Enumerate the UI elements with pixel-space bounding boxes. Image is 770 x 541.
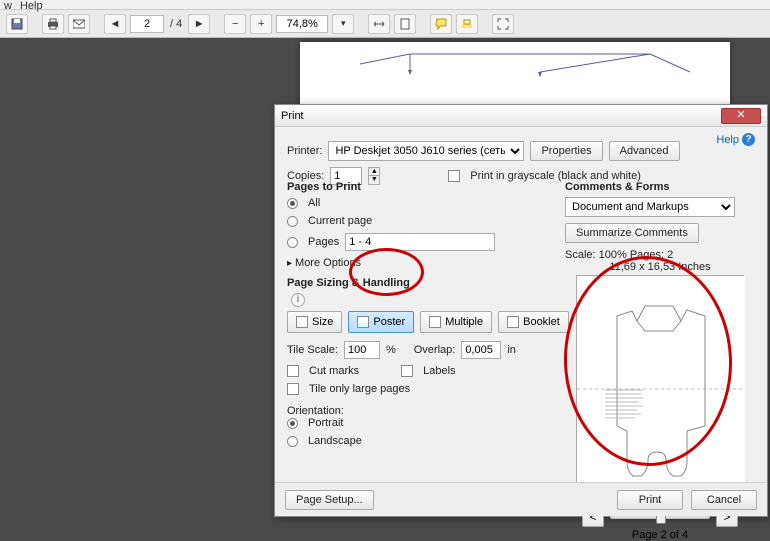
- page-prev-icon[interactable]: ◄: [104, 14, 126, 34]
- tile-scale-pct: %: [386, 344, 396, 356]
- save-icon[interactable]: [6, 14, 28, 34]
- overlap-unit: in: [507, 344, 516, 356]
- info-icon[interactable]: i: [291, 293, 305, 307]
- comments-select[interactable]: Document and Markups: [565, 197, 735, 217]
- fullscreen-icon[interactable]: [492, 14, 514, 34]
- copies-up-icon[interactable]: ▲: [368, 167, 380, 176]
- radio-pages-label: Pages: [308, 236, 339, 248]
- size-button[interactable]: Size: [287, 311, 342, 333]
- preview-dims: 11,69 x 16,53 Inches: [565, 261, 755, 273]
- menu-view[interactable]: w: [4, 0, 12, 9]
- zoom-dropdown-icon[interactable]: [332, 14, 354, 34]
- menu-help[interactable]: Help: [20, 0, 43, 9]
- sticky-note-icon[interactable]: [430, 14, 452, 34]
- size-label: Size: [312, 316, 333, 328]
- preview-frame: [576, 275, 744, 501]
- pages-to-print-title: Pages to Print: [287, 181, 557, 193]
- advanced-button[interactable]: Advanced: [609, 141, 680, 161]
- page-setup-button[interactable]: Page Setup...: [285, 490, 374, 510]
- more-options[interactable]: More Options: [287, 257, 361, 269]
- preview-content: [577, 276, 745, 502]
- comments-title: Comments & Forms: [565, 181, 755, 193]
- poster-button[interactable]: Poster: [348, 311, 414, 333]
- print-icon[interactable]: [42, 14, 64, 34]
- help-label: Help: [716, 134, 739, 146]
- radio-all[interactable]: [287, 198, 298, 209]
- printer-select[interactable]: HP Deskjet 3050 J610 series (сеть): [328, 141, 524, 161]
- tile-scale-label: Tile Scale:: [287, 344, 338, 356]
- poster-icon: [357, 316, 369, 328]
- summarize-button[interactable]: Summarize Comments: [565, 223, 699, 243]
- orientation-title: Orientation:: [287, 405, 557, 417]
- cancel-button[interactable]: Cancel: [691, 490, 757, 510]
- menubar: w Help: [0, 0, 770, 10]
- page-next-icon[interactable]: ►: [188, 14, 210, 34]
- properties-button[interactable]: Properties: [530, 141, 602, 161]
- radio-current-label: Current page: [308, 215, 372, 227]
- page-number-input[interactable]: [130, 15, 164, 33]
- toolbar: ◄ / 4 ► − +: [0, 10, 770, 38]
- labels-label: Labels: [423, 365, 455, 377]
- radio-landscape[interactable]: [287, 436, 298, 447]
- overlap-label: Overlap:: [414, 344, 456, 356]
- print-dialog: Print ✕ Help? Printer: HP Deskjet 3050 J…: [274, 104, 768, 517]
- mail-icon[interactable]: [68, 14, 90, 34]
- tile-only-label: Tile only large pages: [309, 383, 410, 395]
- dialog-title: Print: [281, 110, 304, 122]
- page-total: / 4: [168, 18, 184, 30]
- overlap-input[interactable]: [461, 341, 501, 359]
- radio-portrait[interactable]: [287, 418, 298, 429]
- multiple-icon: [429, 316, 441, 328]
- cut-marks-label: Cut marks: [309, 365, 359, 377]
- radio-portrait-label: Portrait: [308, 417, 343, 429]
- booklet-button[interactable]: Booklet: [498, 311, 569, 333]
- zoom-input[interactable]: [276, 15, 328, 33]
- labels-checkbox[interactable]: [401, 365, 413, 377]
- help-icon: ?: [742, 133, 755, 146]
- radio-pages[interactable]: [287, 237, 298, 248]
- close-icon[interactable]: ✕: [721, 108, 761, 124]
- booklet-label: Booklet: [523, 316, 560, 328]
- multiple-button[interactable]: Multiple: [420, 311, 492, 333]
- zoom-out-icon[interactable]: −: [224, 14, 246, 34]
- help-link[interactable]: Help?: [716, 133, 755, 146]
- preview-page-of: Page 2 of 4: [565, 529, 755, 541]
- cut-marks-checkbox[interactable]: [287, 365, 299, 377]
- size-icon: [296, 316, 308, 328]
- tile-scale-input[interactable]: [344, 341, 380, 359]
- tile-only-checkbox[interactable]: [287, 383, 299, 395]
- radio-all-label: All: [308, 197, 320, 209]
- printer-label: Printer:: [287, 145, 322, 157]
- fit-page-icon[interactable]: [394, 14, 416, 34]
- multiple-label: Multiple: [445, 316, 483, 328]
- zoom-in-icon[interactable]: +: [250, 14, 272, 34]
- booklet-icon: [507, 316, 519, 328]
- scale-info: Scale: 100% Pages: 2: [565, 249, 755, 261]
- poster-label: Poster: [373, 316, 405, 328]
- radio-current[interactable]: [287, 216, 298, 227]
- sizing-title: Page Sizing & Handling: [287, 277, 557, 289]
- radio-landscape-label: Landscape: [308, 435, 362, 447]
- dialog-titlebar: Print ✕: [275, 105, 767, 127]
- pages-range-input[interactable]: [345, 233, 495, 251]
- highlight-icon[interactable]: [456, 14, 478, 34]
- print-button[interactable]: Print: [617, 490, 683, 510]
- fit-width-icon[interactable]: [368, 14, 390, 34]
